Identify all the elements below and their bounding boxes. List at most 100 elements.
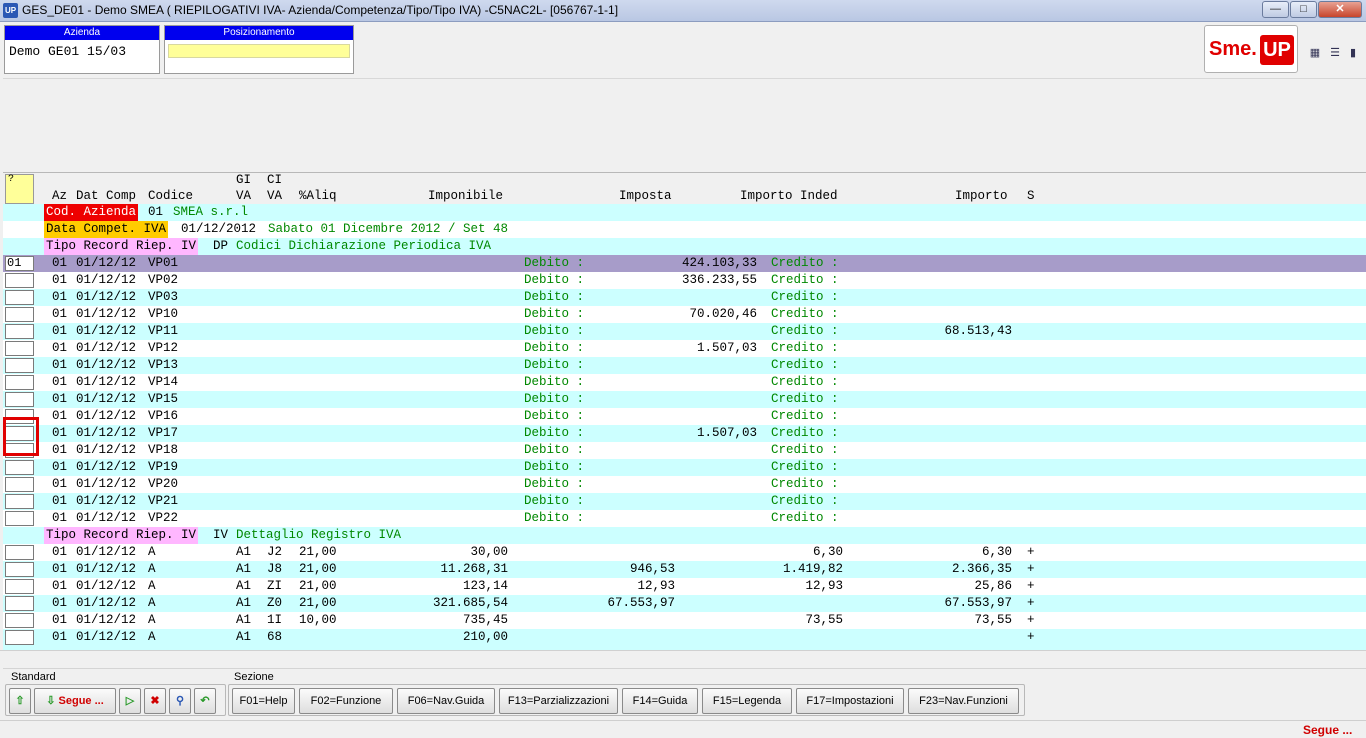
iv-row[interactable]: 01 01/12/12 A A1 Z0 21,00 321.685,54 67.553,97 6… <box>3 595 1366 612</box>
segue-button[interactable]: ⇩ Segue ... <box>34 688 116 714</box>
iv-row[interactable]: 01 01/12/12 A A1 1I 10,00 735,45 73,55 73,55 + <box>3 612 1366 629</box>
edit-list-icon[interactable]: ☰ <box>1328 47 1342 59</box>
minimize-button[interactable]: — <box>1262 1 1289 18</box>
col-dat-comp: Dat Comp <box>76 189 137 203</box>
importo-cell: 6,30 <box>981 545 1012 559</box>
gi-cell: A1 <box>236 562 252 576</box>
dp-row-vp22[interactable]: 01 01/12/12 VP22 Debito : Credito : <box>3 510 1366 527</box>
dp-row-vp20[interactable]: 01 01/12/12 VP20 Debito : Credito : <box>3 476 1366 493</box>
dp-row-vp21[interactable]: 01 01/12/12 VP21 Debito : Credito : <box>3 493 1366 510</box>
date-cell: 01/12/12 <box>76 426 137 440</box>
close-button[interactable]: ✕ <box>1318 1 1362 18</box>
dp-row-vp13[interactable]: 01 01/12/12 VP13 Debito : Credito : <box>3 357 1366 374</box>
codice-cell: A <box>148 579 156 593</box>
row-select-input[interactable] <box>5 375 34 390</box>
codice-cell: VP02 <box>148 273 179 287</box>
iv-row[interactable]: 01 01/12/12 A A1 68 210,00 + <box>3 629 1366 646</box>
row-select-input[interactable] <box>5 409 34 424</box>
f06-nav-guida-button[interactable]: F06=Nav.Guida <box>397 688 495 714</box>
iv-row[interactable]: 01 01/12/12 A A1 J8 21,00 11.268,31 946,53 1.419… <box>3 561 1366 578</box>
imposta-cell: 946,53 <box>629 562 675 576</box>
grid-view-icon[interactable]: ▦ <box>1308 47 1322 59</box>
dp-row-vp18[interactable]: 01 01/12/12 VP18 Debito : Credito : <box>3 442 1366 459</box>
f14-guida-button[interactable]: F14=Guida <box>622 688 698 714</box>
row-select-input[interactable] <box>5 307 34 322</box>
row-select-input[interactable] <box>5 630 34 645</box>
f17-impostazioni-button[interactable]: F17=Impostazioni <box>796 688 904 714</box>
row-select-input[interactable]: 01 <box>5 256 34 271</box>
dp-row-vp01[interactable]: 01 01 01/12/12 VP01 Debito : 424.103,33 Credit… <box>3 255 1366 272</box>
row-select-input[interactable] <box>5 273 34 288</box>
f02-funzione-button[interactable]: F02=Funzione <box>299 688 393 714</box>
row-select-input[interactable] <box>5 579 34 594</box>
f13-parzializzazioni-button[interactable]: F13=Parzializzazioni <box>499 688 618 714</box>
credito-label: Credito : <box>771 273 839 287</box>
row-select-input[interactable] <box>5 545 34 560</box>
row-select-input[interactable] <box>5 596 34 611</box>
row-select-input[interactable] <box>5 562 34 577</box>
f15-legenda-button[interactable]: F15=Legenda <box>702 688 792 714</box>
horizontal-scrollbar[interactable] <box>0 650 1366 662</box>
dp-row-vp03[interactable]: 01 01/12/12 VP03 Debito : Credito : <box>3 289 1366 306</box>
row-select-input[interactable] <box>5 494 34 509</box>
row-select-input[interactable] <box>5 324 34 339</box>
date-cell: 01/12/12 <box>76 477 137 491</box>
row-select-input[interactable] <box>5 392 34 407</box>
codice-cell: VP19 <box>148 460 179 474</box>
select-column-header[interactable]: ? <box>5 174 34 204</box>
row-select-input[interactable] <box>5 443 34 458</box>
cancel-icon[interactable]: ✖ <box>144 688 166 714</box>
f01-help-button[interactable]: F01=Help <box>232 688 295 714</box>
row-select-input[interactable] <box>5 460 34 475</box>
book-icon[interactable]: ▮ <box>1346 47 1360 59</box>
group-row-cod-azienda: Cod. Azienda 01 SMEA s.r.l <box>3 204 1366 221</box>
az-cell: 01 <box>52 545 68 559</box>
dp-row-vp16[interactable]: 01 01/12/12 VP16 Debito : Credito : <box>3 408 1366 425</box>
cod-azienda-code: 01 <box>148 205 164 219</box>
debito-label: Debito : <box>524 341 585 355</box>
dp-row-vp11[interactable]: 01 01/12/12 VP11 Debito : Credito : 68.513,43 <box>3 323 1366 340</box>
debito-label: Debito : <box>524 290 585 304</box>
row-select-input[interactable] <box>5 426 34 441</box>
dp-row-vp19[interactable]: 01 01/12/12 VP19 Debito : Credito : <box>3 459 1366 476</box>
codice-cell: VP18 <box>148 443 179 457</box>
credito-label: Credito : <box>771 307 839 321</box>
iv-row[interactable]: 01 01/12/12 A A1 J2 21,00 30,00 6,30 6,30 + <box>3 544 1366 561</box>
codice-cell: A <box>148 613 156 627</box>
date-cell: 01/12/12 <box>76 562 137 576</box>
row-select-input[interactable] <box>5 511 34 526</box>
dp-row-vp15[interactable]: 01 01/12/12 VP15 Debito : Credito : <box>3 391 1366 408</box>
dp-row-vp12[interactable]: 01 01/12/12 VP12 Debito : 1.507,03 Credito : <box>3 340 1366 357</box>
f23-nav-funzioni-button[interactable]: F23=Nav.Funzioni <box>908 688 1019 714</box>
back-icon[interactable]: ↶ <box>194 688 216 714</box>
tipo-iv-label: Tipo Record Riep. IV <box>44 527 199 544</box>
debito-label: Debito : <box>524 358 585 372</box>
maximize-button[interactable]: □ <box>1290 1 1317 18</box>
row-select-input[interactable] <box>5 358 34 373</box>
inded-cell: 6,30 <box>812 545 843 559</box>
row-select-input[interactable] <box>5 341 34 356</box>
dp-row-vp14[interactable]: 01 01/12/12 VP14 Debito : Credito : <box>3 374 1366 391</box>
codice-cell: VP12 <box>148 341 179 355</box>
credito-label: Credito : <box>771 494 839 508</box>
gi-cell: A1 <box>236 579 252 593</box>
posizionamento-input[interactable] <box>168 44 350 58</box>
dp-row-vp02[interactable]: 01 01/12/12 VP02 Debito : 336.233,55 Credito … <box>3 272 1366 289</box>
search-icon[interactable]: ⚲ <box>169 688 191 714</box>
play-icon[interactable]: ▷ <box>119 688 141 714</box>
iv-row[interactable]: 01 01/12/12 A A1 ZI 21,00 123,14 12,93 12,93 25,8… <box>3 578 1366 595</box>
arrow-up-icon[interactable]: ⇧ <box>9 688 31 714</box>
az-cell: 01 <box>52 307 68 321</box>
dp-row-vp10[interactable]: 01 01/12/12 VP10 Debito : 70.020,46 Credito : <box>3 306 1366 323</box>
dp-row-vp17[interactable]: 01 01/12/12 VP17 Debito : 1.507,03 Credito : <box>3 425 1366 442</box>
az-cell: 01 <box>52 494 68 508</box>
credito-label: Credito : <box>771 409 839 423</box>
inded-cell: 12,93 <box>805 579 843 593</box>
gi-cell: A1 <box>236 545 252 559</box>
cod-azienda-label: Cod. Azienda <box>44 204 139 221</box>
row-select-input[interactable] <box>5 290 34 305</box>
app-icon: UP <box>3 3 18 18</box>
codice-cell: VP22 <box>148 511 179 525</box>
row-select-input[interactable] <box>5 613 34 628</box>
row-select-input[interactable] <box>5 477 34 492</box>
